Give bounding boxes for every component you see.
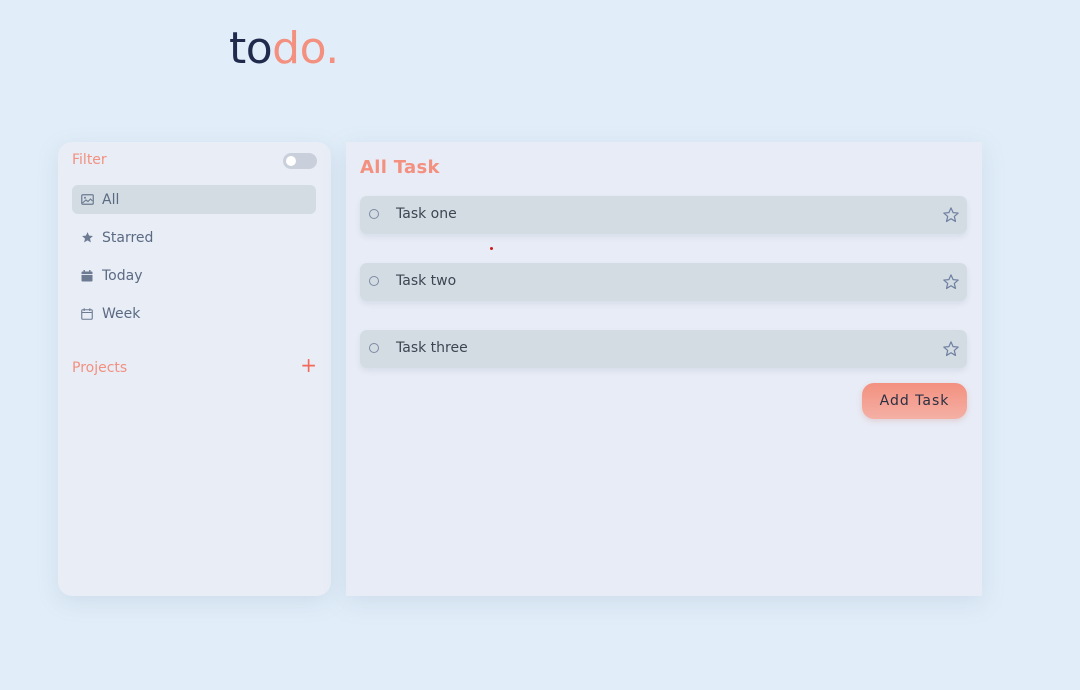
star-outline-icon[interactable]	[942, 273, 960, 291]
calendar-filled-icon	[80, 269, 94, 283]
star-icon	[80, 231, 94, 245]
task-label: Task two	[396, 273, 457, 289]
app-logo: todo.	[229, 22, 339, 76]
stray-dot	[490, 247, 493, 250]
task-item[interactable]: Task three	[360, 330, 967, 368]
nav-item-label: Week	[102, 305, 141, 322]
task-checkbox[interactable]	[369, 209, 379, 219]
image-icon	[80, 193, 94, 207]
logo-part-to: to	[229, 23, 273, 74]
add-task-button[interactable]: Add Task	[862, 383, 967, 419]
page-title: All Task	[360, 157, 440, 178]
nav-item-starred[interactable]: Starred	[72, 223, 316, 252]
add-project-button[interactable]: +	[300, 355, 317, 375]
task-item[interactable]: Task two	[360, 263, 967, 301]
task-label: Task one	[396, 206, 457, 222]
nav-item-today[interactable]: Today	[72, 261, 316, 290]
nav-item-label: Starred	[102, 229, 154, 246]
task-item[interactable]: Task one	[360, 196, 967, 234]
task-panel: All Task Task one Task two Task three Ad…	[346, 142, 982, 596]
projects-title: Projects	[72, 360, 128, 376]
logo-part-do: do.	[272, 23, 339, 74]
toggle-knob	[286, 156, 296, 166]
star-outline-icon[interactable]	[942, 340, 960, 358]
task-checkbox[interactable]	[369, 343, 379, 353]
star-outline-icon[interactable]	[942, 206, 960, 224]
filter-title: Filter	[72, 152, 107, 168]
nav-item-all[interactable]: All	[72, 185, 316, 214]
nav-item-label: Today	[102, 267, 143, 284]
task-checkbox[interactable]	[369, 276, 379, 286]
filter-nav: All Starred Today Week	[72, 185, 316, 337]
task-label: Task three	[396, 340, 468, 356]
nav-item-week[interactable]: Week	[72, 299, 316, 328]
filter-header: Filter	[72, 152, 317, 172]
sidebar: Filter All Starred Today Week Projects +	[58, 142, 331, 596]
calendar-outline-icon	[80, 307, 94, 321]
projects-header: Projects +	[72, 355, 317, 379]
nav-item-label: All	[102, 191, 120, 208]
filter-toggle[interactable]	[283, 153, 317, 169]
